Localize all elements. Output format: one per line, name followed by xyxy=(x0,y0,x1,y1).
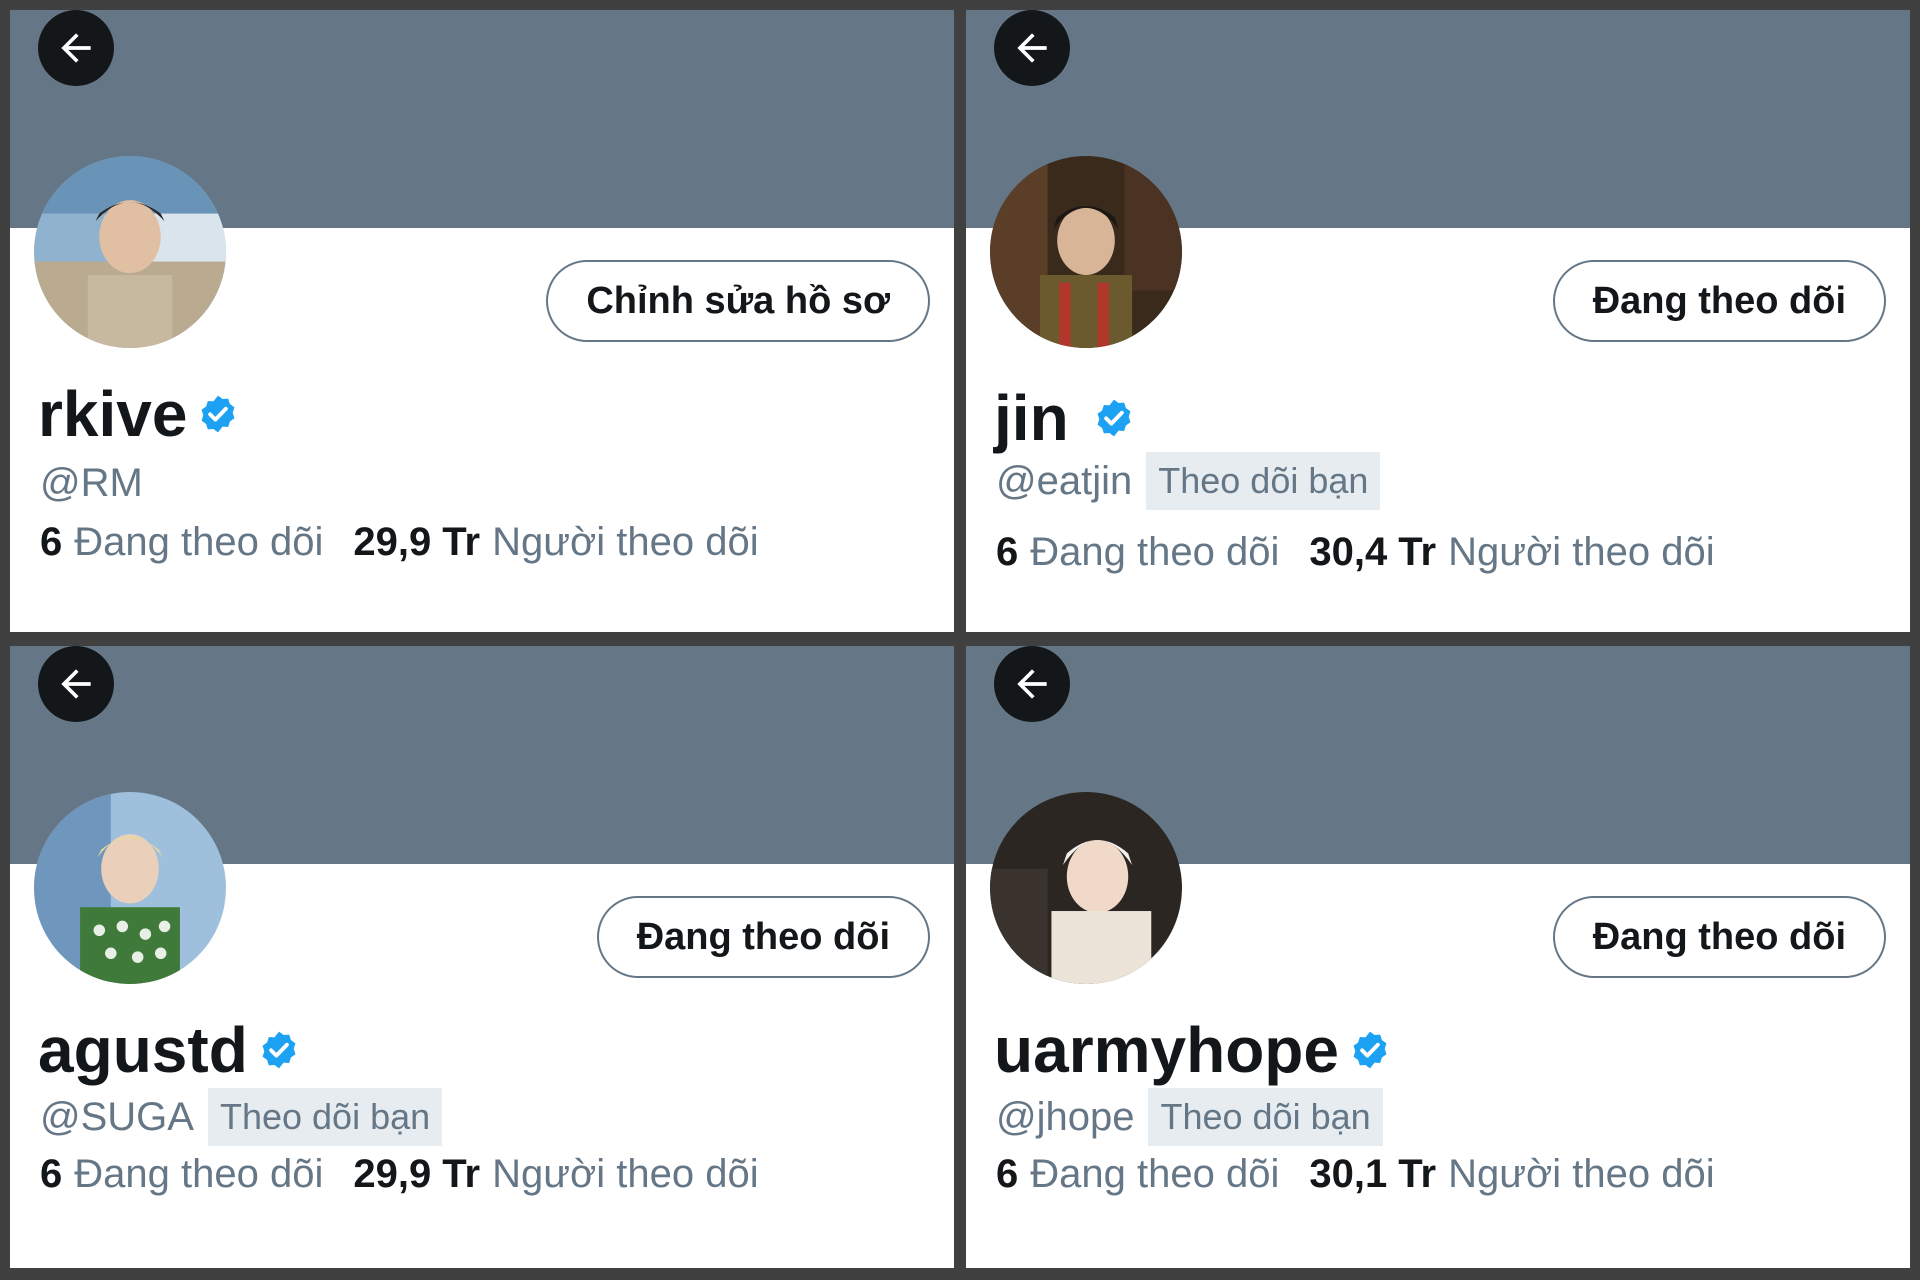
name-row: jin xyxy=(994,382,1135,454)
following-label: Đang theo dõi xyxy=(74,520,324,564)
following-count: 6 xyxy=(996,1152,1019,1196)
followers-stat[interactable]: 30,4 Tr Người theo dõi xyxy=(1309,530,1714,575)
following-label: Đang theo dõi xyxy=(74,1152,324,1196)
verified-badge-icon xyxy=(197,393,239,435)
handle-row: @RM xyxy=(40,452,143,514)
following-label: Đang theo dõi xyxy=(1030,530,1280,574)
follows-you-badge: Theo dõi bạn xyxy=(207,1088,443,1146)
edit-profile-button[interactable]: Chỉnh sửa hồ sơ xyxy=(546,260,930,342)
arrow-left-icon xyxy=(1017,669,1047,699)
display-name: jin xyxy=(994,382,1069,454)
avatar[interactable] xyxy=(990,156,1182,348)
profile-panel-jin: Đang theo dõi jin @eatjin Theo dõi bạn 6… xyxy=(966,10,1910,632)
back-button[interactable] xyxy=(994,646,1070,722)
following-stat[interactable]: 6 Đang theo dõi xyxy=(996,1152,1279,1197)
followers-stat[interactable]: 29,9 Tr Người theo dõi xyxy=(353,1152,758,1197)
stats-row: 6 Đang theo dõi 30,4 Tr Người theo dõi xyxy=(996,530,1715,575)
stats-row: 6 Đang theo dõi 29,9 Tr Người theo dõi xyxy=(40,1152,759,1197)
verified-badge-icon xyxy=(258,1029,300,1071)
following-button[interactable]: Đang theo dõi xyxy=(1552,260,1886,342)
follows-you-badge: Theo dõi bạn xyxy=(1146,452,1381,510)
handle-row: @jhope Theo dõi bạn xyxy=(996,1086,1383,1148)
handle: @eatjin xyxy=(996,458,1133,503)
following-stat[interactable]: 6 Đang theo dõi xyxy=(40,1152,323,1197)
name-row: uarmyhope xyxy=(994,1014,1391,1086)
following-button[interactable]: Đang theo dõi xyxy=(1552,896,1886,978)
followers-count: 30,1 Tr xyxy=(1309,1152,1437,1196)
handle: @RM xyxy=(40,460,143,505)
stats-row: 6 Đang theo dõi 30,1 Tr Người theo dõi xyxy=(996,1152,1715,1197)
name-row: rkive xyxy=(38,378,239,450)
following-label: Đang theo dõi xyxy=(1030,1152,1280,1196)
back-button[interactable] xyxy=(38,646,114,722)
handle: @SUGA xyxy=(40,1094,194,1139)
display-name: uarmyhope xyxy=(994,1014,1339,1086)
back-button[interactable] xyxy=(994,10,1070,86)
arrow-left-icon xyxy=(1017,33,1047,63)
following-count: 6 xyxy=(40,1152,63,1196)
following-stat[interactable]: 6 Đang theo dõi xyxy=(40,520,323,565)
followers-label: Người theo dõi xyxy=(492,1152,759,1196)
avatar[interactable] xyxy=(990,792,1182,984)
stats-row: 6 Đang theo dõi 29,9 Tr Người theo dõi xyxy=(40,520,759,565)
followers-label: Người theo dõi xyxy=(1448,1152,1715,1196)
profile-panel-uarmyhope: Đang theo dõi uarmyhope @jhope Theo dõi … xyxy=(966,646,1910,1268)
display-name: agustd xyxy=(38,1014,248,1086)
followers-stat[interactable]: 29,9 Tr Người theo dõi xyxy=(353,520,758,565)
followers-count: 29,9 Tr xyxy=(353,520,481,564)
verified-badge-icon xyxy=(1093,397,1135,439)
following-stat[interactable]: 6 Đang theo dõi xyxy=(996,530,1279,575)
handle-row: @SUGA Theo dõi bạn xyxy=(40,1086,443,1148)
following-count: 6 xyxy=(40,520,63,564)
following-button[interactable]: Đang theo dõi xyxy=(596,896,930,978)
avatar[interactable] xyxy=(34,156,226,348)
arrow-left-icon xyxy=(61,33,91,63)
following-count: 6 xyxy=(996,530,1019,574)
followers-label: Người theo dõi xyxy=(1448,530,1715,574)
followers-stat[interactable]: 30,1 Tr Người theo dõi xyxy=(1309,1152,1714,1197)
handle: @jhope xyxy=(996,1094,1135,1139)
followers-count: 29,9 Tr xyxy=(353,1152,481,1196)
verified-badge-icon xyxy=(1349,1029,1391,1071)
name-row: agustd xyxy=(38,1014,300,1086)
arrow-left-icon xyxy=(61,669,91,699)
follows-you-badge: Theo dõi bạn xyxy=(1148,1088,1383,1146)
display-name: rkive xyxy=(38,378,188,450)
profile-panel-rkive: Chỉnh sửa hồ sơ rkive @RM 6 Đang theo dõi… xyxy=(10,10,954,632)
avatar[interactable] xyxy=(34,792,226,984)
followers-count: 30,4 Tr xyxy=(1309,530,1437,574)
followers-label: Người theo dõi xyxy=(492,520,759,564)
profile-panel-agustd: Đang theo dõi agustd @SUGA Theo dõi bạn … xyxy=(10,646,954,1268)
handle-row: @eatjin Theo dõi bạn xyxy=(996,450,1381,512)
back-button[interactable] xyxy=(38,10,114,86)
